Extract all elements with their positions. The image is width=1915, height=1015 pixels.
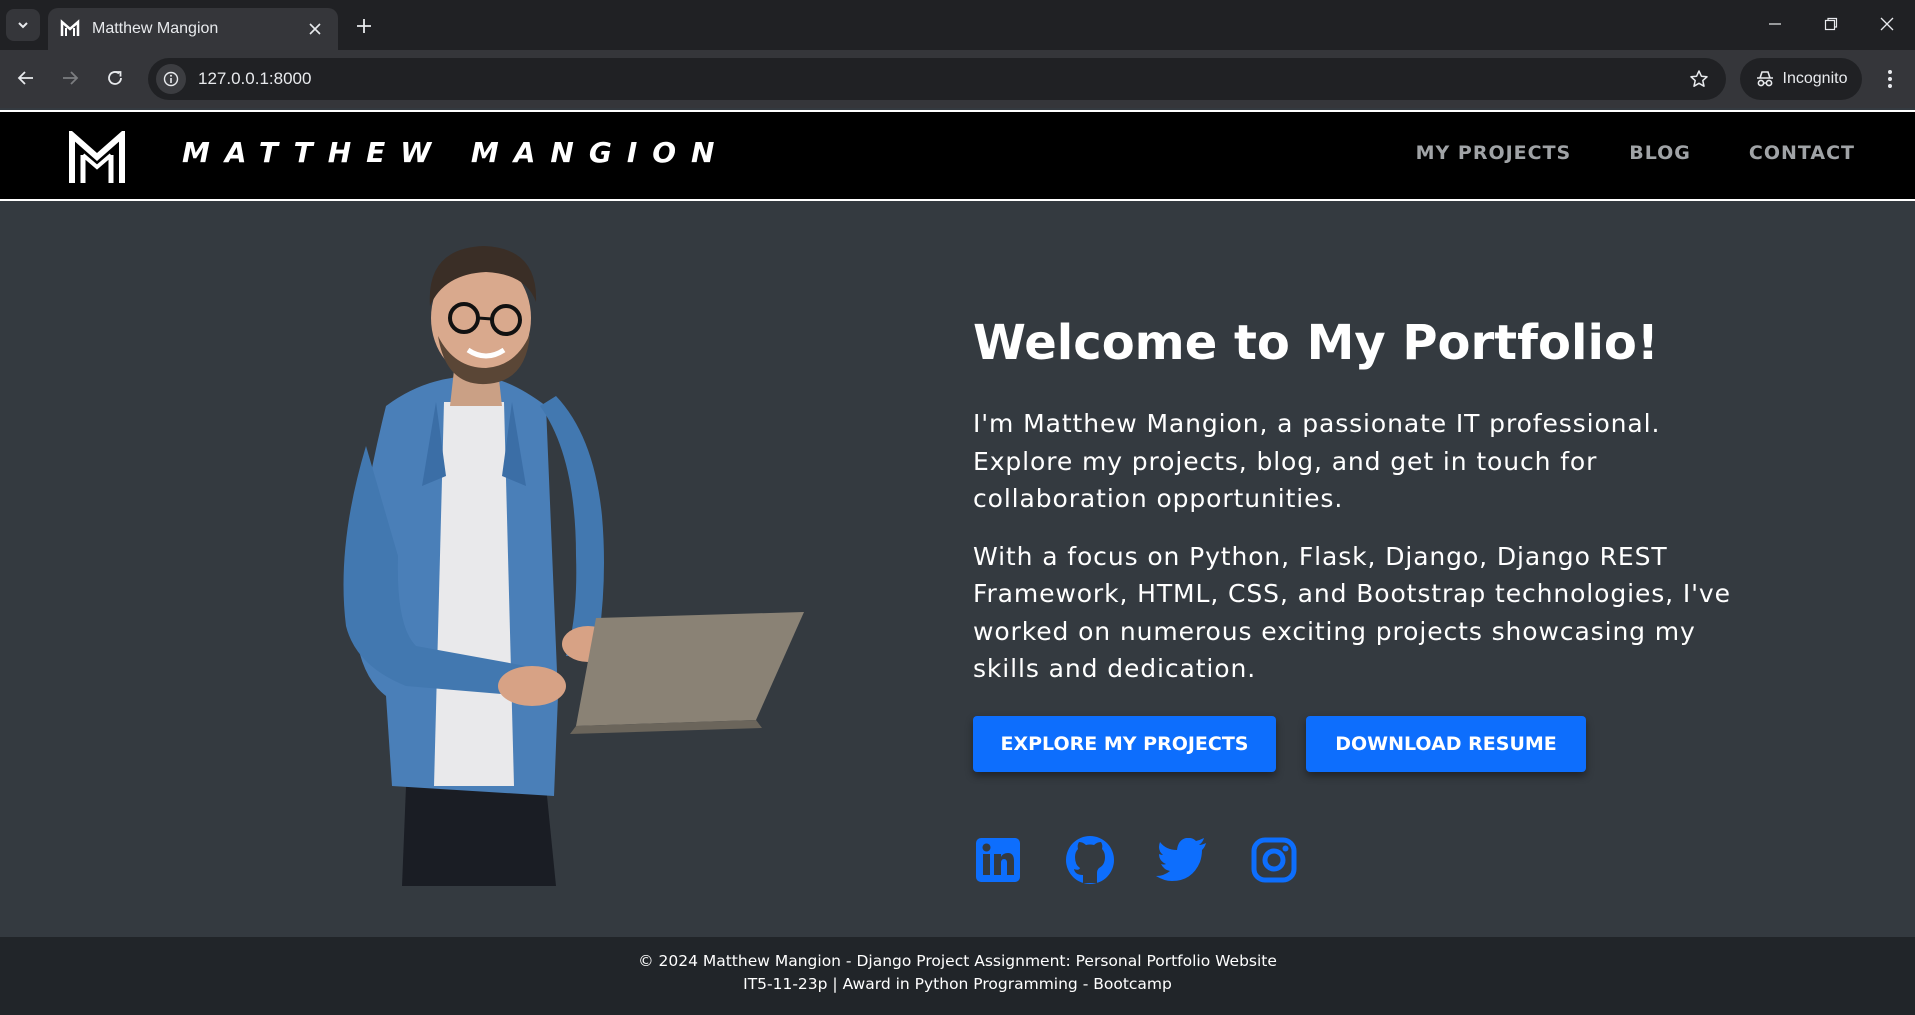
reload-button[interactable] bbox=[97, 60, 133, 96]
instagram-link[interactable] bbox=[1248, 834, 1300, 886]
site-favicon-icon bbox=[60, 19, 80, 36]
nav-link-contact[interactable]: CONTACT bbox=[1749, 142, 1855, 164]
info-icon bbox=[163, 71, 179, 87]
incognito-indicator[interactable]: Incognito bbox=[1740, 58, 1862, 100]
download-resume-button[interactable]: DOWNLOAD RESUME bbox=[1306, 716, 1586, 772]
close-window-button[interactable] bbox=[1864, 6, 1910, 42]
site-footer: © 2024 Matthew Mangion - Django Project … bbox=[0, 937, 1915, 1015]
restore-icon bbox=[1824, 17, 1838, 31]
browser-toolbar: 127.0.0.1:8000 Incognito bbox=[0, 50, 1915, 108]
address-bar[interactable]: 127.0.0.1:8000 bbox=[148, 58, 1726, 100]
browser-tabstrip: Matthew Mangion bbox=[0, 0, 1915, 50]
arrow-right-icon bbox=[63, 71, 79, 85]
github-icon bbox=[1066, 836, 1114, 884]
restore-button[interactable] bbox=[1808, 6, 1854, 42]
linkedin-link[interactable] bbox=[972, 834, 1024, 886]
footer-course: IT5-11-23p | Award in Python Programming… bbox=[743, 975, 1172, 993]
brand-logo-icon[interactable] bbox=[68, 131, 126, 183]
tab-search-button[interactable] bbox=[6, 9, 40, 41]
forward-button[interactable] bbox=[52, 60, 88, 96]
brand-name[interactable]: MATTHEW MANGION bbox=[182, 136, 730, 169]
minimize-icon bbox=[1769, 23, 1781, 25]
hero-skills-paragraph: With a focus on Python, Flask, Django, D… bbox=[973, 541, 1731, 684]
nav-link-my-projects[interactable]: MY PROJECTS bbox=[1416, 142, 1572, 164]
instagram-icon bbox=[1251, 837, 1297, 883]
nav-link-blog[interactable]: BLOG bbox=[1629, 142, 1691, 164]
browser-tab[interactable]: Matthew Mangion bbox=[48, 8, 338, 50]
hero-content: Welcome to My Portfolio! I'm Matthew Man… bbox=[973, 313, 1743, 688]
close-icon bbox=[309, 23, 321, 35]
close-icon bbox=[1880, 17, 1894, 31]
arrow-left-icon bbox=[17, 71, 33, 85]
incognito-label: Incognito bbox=[1782, 70, 1848, 87]
github-link[interactable] bbox=[1064, 834, 1116, 886]
twitter-link[interactable] bbox=[1156, 834, 1208, 886]
bookmark-button[interactable] bbox=[1682, 62, 1716, 96]
site-navbar: MATTHEW MANGION MY PROJECTS BLOG CONTACT bbox=[0, 110, 1915, 201]
tab-title: Matthew Mangion bbox=[92, 20, 219, 37]
twitter-icon bbox=[1156, 838, 1206, 881]
hero-intro-paragraph: I'm Matthew Mangion, a passionate IT pro… bbox=[973, 409, 1661, 513]
back-button[interactable] bbox=[8, 60, 44, 96]
browser-menu-button[interactable] bbox=[1874, 62, 1906, 96]
linkedin-icon bbox=[976, 838, 1020, 882]
more-vertical-icon bbox=[1888, 70, 1892, 88]
nav-links: MY PROJECTS BLOG CONTACT bbox=[1416, 142, 1855, 164]
page-viewport: MATTHEW MANGION MY PROJECTS BLOG CONTACT bbox=[0, 108, 1915, 1015]
reload-icon bbox=[108, 71, 122, 85]
plus-icon bbox=[357, 19, 371, 33]
tab-close-button[interactable] bbox=[304, 18, 326, 40]
site-info-button[interactable] bbox=[156, 64, 186, 94]
url-text[interactable]: 127.0.0.1:8000 bbox=[198, 69, 1682, 89]
star-icon bbox=[1690, 70, 1708, 87]
hero-portrait-image bbox=[343, 246, 804, 886]
social-links bbox=[972, 834, 1300, 886]
chevron-down-icon bbox=[18, 22, 28, 29]
new-tab-button[interactable] bbox=[350, 12, 378, 40]
footer-copyright: © 2024 Matthew Mangion - Django Project … bbox=[638, 952, 1277, 970]
incognito-icon bbox=[1756, 71, 1773, 87]
minimize-button[interactable] bbox=[1752, 6, 1798, 42]
explore-projects-button[interactable]: EXPLORE MY PROJECTS bbox=[973, 716, 1276, 772]
hero-title: Welcome to My Portfolio! bbox=[973, 315, 1659, 371]
